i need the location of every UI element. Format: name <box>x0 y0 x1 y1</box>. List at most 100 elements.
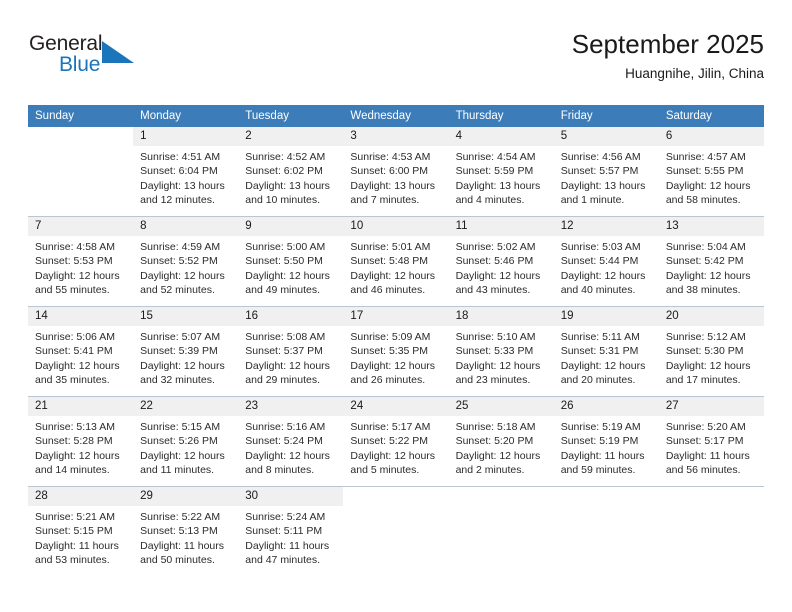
sunset-text: Sunset: 5:19 PM <box>560 435 639 448</box>
day-cell[interactable]: 10 Sunrise: 5:01 AM Sunset: 5:48 PM Dayligh… <box>343 216 449 307</box>
weekday-header-wednesday: Wednesday <box>343 105 449 127</box>
day-number: 17 <box>343 307 449 326</box>
daylight-text-line2: and 14 minutes. <box>35 464 110 477</box>
day-cell[interactable]: 22 Sunrise: 5:15 AM Sunset: 5:26 PM Dayligh… <box>133 396 239 487</box>
day-details: Sunrise: 4:58 AM Sunset: 5:53 PM Daylight:… <box>28 236 133 298</box>
day-cell[interactable]: 21 Sunrise: 5:13 AM Sunset: 5:28 PM Dayligh… <box>28 396 134 487</box>
sunset-text: Sunset: 6:02 PM <box>245 165 323 178</box>
sunset-text: Sunset: 5:57 PM <box>560 165 639 178</box>
sunrise-text: Sunrise: 5:04 AM <box>665 241 746 253</box>
day-number: 6 <box>658 127 764 146</box>
daylight-text-line1: Daylight: 13 hours <box>350 179 436 192</box>
daylight-text-line2: and 1 minute. <box>560 194 625 207</box>
daylight-text-line1: Daylight: 13 hours <box>140 179 225 192</box>
day-cell[interactable]: 17 Sunrise: 5:09 AM Sunset: 5:35 PM Dayligh… <box>343 306 449 397</box>
daylight-text-line2: and 35 minutes. <box>35 374 110 387</box>
day-cell[interactable]: 6 Sunrise: 4:57 AM Sunset: 5:55 PM Daylight… <box>658 127 764 217</box>
day-cell[interactable]: 23 Sunrise: 5:16 AM Sunset: 5:24 PM Dayligh… <box>238 396 344 487</box>
day-cell[interactable]: 11 Sunrise: 5:02 AM Sunset: 5:46 PM Dayligh… <box>448 216 554 307</box>
day-cell[interactable]: 26 Sunrise: 5:19 AM Sunset: 5:19 PM Dayligh… <box>553 396 659 487</box>
day-cell[interactable]: 1 Sunrise: 4:51 AM Sunset: 6:04 PM Daylight… <box>133 127 239 217</box>
day-cell[interactable]: 16 Sunrise: 5:08 AM Sunset: 5:37 PM Dayligh… <box>238 306 344 397</box>
daylight-text-line1: Daylight: 12 hours <box>560 359 646 372</box>
day-cell[interactable]: 18 Sunrise: 5:10 AM Sunset: 5:33 PM Dayligh… <box>448 306 554 397</box>
calendar-grid: Sunday Monday Tuesday Wednesday Thursday… <box>28 105 764 576</box>
day-cell[interactable]: 9 Sunrise: 5:00 AM Sunset: 5:50 PM Daylight… <box>238 216 344 307</box>
calendar-week-row: 21 Sunrise: 5:13 AM Sunset: 5:28 PM Dayligh… <box>28 396 764 487</box>
day-cell[interactable]: 29 Sunrise: 5:22 AM Sunset: 5:13 PM Dayligh… <box>133 486 239 576</box>
day-cell-empty <box>28 127 134 217</box>
day-cell[interactable]: 14 Sunrise: 5:06 AM Sunset: 5:41 PM Dayligh… <box>28 306 134 397</box>
day-details: Sunrise: 5:01 AM Sunset: 5:48 PM Daylight:… <box>343 236 448 298</box>
sunset-text: Sunset: 5:50 PM <box>245 255 323 268</box>
day-cell[interactable]: 12 Sunrise: 5:03 AM Sunset: 5:44 PM Dayligh… <box>553 216 659 307</box>
day-cell[interactable]: 5 Sunrise: 4:56 AM Sunset: 5:57 PM Daylight… <box>553 127 659 217</box>
page-title: September 2025 <box>571 29 764 59</box>
general-blue-logo[interactable]: General Blue <box>28 32 208 82</box>
day-cell[interactable]: 25 Sunrise: 5:18 AM Sunset: 5:20 PM Dayligh… <box>448 396 554 487</box>
daylight-text-line1: Daylight: 12 hours <box>665 269 751 282</box>
day-cell-empty <box>448 486 554 576</box>
day-number: 21 <box>28 397 134 416</box>
sunrise-text: Sunrise: 4:59 AM <box>140 241 221 253</box>
sunset-text: Sunset: 5:33 PM <box>455 345 534 358</box>
day-cell[interactable]: 8 Sunrise: 4:59 AM Sunset: 5:52 PM Daylight… <box>133 216 239 307</box>
sunset-text: Sunset: 5:52 PM <box>140 255 218 268</box>
day-cell[interactable]: 24 Sunrise: 5:17 AM Sunset: 5:22 PM Dayligh… <box>343 396 449 487</box>
sunrise-text: Sunrise: 4:52 AM <box>245 151 326 163</box>
daylight-text-line2: and 23 minutes. <box>455 374 531 387</box>
day-details: Sunrise: 4:53 AM Sunset: 6:00 PM Daylight:… <box>343 146 448 208</box>
day-cell[interactable]: 4 Sunrise: 4:54 AM Sunset: 5:59 PM Daylight… <box>448 127 554 217</box>
day-details: Sunrise: 5:07 AM Sunset: 5:39 PM Daylight:… <box>133 326 238 388</box>
day-details: Sunrise: 5:13 AM Sunset: 5:28 PM Daylight:… <box>28 416 133 478</box>
day-number: 13 <box>658 217 764 236</box>
sunset-text: Sunset: 5:39 PM <box>140 345 218 358</box>
daylight-text-line2: and 58 minutes. <box>665 194 741 207</box>
daylight-text-line1: Daylight: 12 hours <box>245 269 330 282</box>
day-number: 28 <box>28 487 134 506</box>
daylight-text-line2: and 10 minutes. <box>245 194 320 207</box>
daylight-text-line1: Daylight: 11 hours <box>140 539 224 552</box>
daylight-text-line1: Daylight: 12 hours <box>665 179 751 192</box>
sunset-text: Sunset: 5:22 PM <box>350 435 429 448</box>
sunrise-text: Sunrise: 5:00 AM <box>245 241 326 253</box>
day-number: 7 <box>28 217 134 236</box>
day-details: Sunrise: 4:54 AM Sunset: 5:59 PM Daylight:… <box>449 146 554 208</box>
sunset-text: Sunset: 5:48 PM <box>350 255 429 268</box>
daylight-text-line1: Daylight: 11 hours <box>560 449 645 462</box>
daylight-text-line1: Daylight: 13 hours <box>245 179 330 192</box>
day-details: Sunrise: 5:24 AM Sunset: 5:11 PM Daylight:… <box>238 506 343 568</box>
day-details: Sunrise: 5:06 AM Sunset: 5:41 PM Daylight:… <box>28 326 133 388</box>
page-header: General Blue September 2025 Huangnihe, J… <box>28 28 764 90</box>
sunrise-text: Sunrise: 5:18 AM <box>455 421 536 433</box>
day-cell[interactable]: 15 Sunrise: 5:07 AM Sunset: 5:39 PM Dayligh… <box>133 306 239 397</box>
logo-text-blue: Blue <box>59 53 101 76</box>
title-block: September 2025 Huangnihe, Jilin, China <box>572 28 764 84</box>
daylight-text-line2: and 32 minutes. <box>140 374 215 387</box>
day-details: Sunrise: 5:15 AM Sunset: 5:26 PM Daylight:… <box>133 416 238 478</box>
day-cell[interactable]: 28 Sunrise: 5:21 AM Sunset: 5:15 PM Dayligh… <box>28 486 134 576</box>
daylight-text-line1: Daylight: 12 hours <box>35 359 120 372</box>
sunrise-text: Sunrise: 5:16 AM <box>245 421 326 433</box>
day-cell[interactable]: 7 Sunrise: 4:58 AM Sunset: 5:53 PM Daylight… <box>28 216 134 307</box>
sunset-text: Sunset: 5:26 PM <box>140 435 218 448</box>
day-cell[interactable]: 27 Sunrise: 5:20 AM Sunset: 5:17 PM Dayligh… <box>658 396 764 487</box>
sunset-text: Sunset: 5:37 PM <box>245 345 323 358</box>
day-number: 23 <box>238 397 344 416</box>
day-number: 29 <box>133 487 239 506</box>
day-cell-empty <box>658 486 764 576</box>
day-cell[interactable]: 20 Sunrise: 5:12 AM Sunset: 5:30 PM Dayligh… <box>658 306 764 397</box>
sunset-text: Sunset: 5:13 PM <box>140 525 218 538</box>
daylight-text-line2: and 20 minutes. <box>560 374 636 387</box>
sunrise-text: Sunrise: 5:06 AM <box>35 331 115 343</box>
day-cell[interactable]: 19 Sunrise: 5:11 AM Sunset: 5:31 PM Dayligh… <box>553 306 659 397</box>
day-cell[interactable]: 30 Sunrise: 5:24 AM Sunset: 5:11 PM Dayligh… <box>238 486 344 576</box>
day-cell[interactable]: 3 Sunrise: 4:53 AM Sunset: 6:00 PM Daylight… <box>343 127 449 217</box>
day-cell[interactable]: 2 Sunrise: 4:52 AM Sunset: 6:02 PM Daylight… <box>238 127 344 217</box>
sunrise-text: Sunrise: 5:07 AM <box>140 331 221 343</box>
day-details: Sunrise: 5:08 AM Sunset: 5:37 PM Daylight:… <box>238 326 343 388</box>
sunrise-text: Sunrise: 4:56 AM <box>560 151 641 163</box>
day-cell[interactable]: 13 Sunrise: 5:04 AM Sunset: 5:42 PM Dayligh… <box>658 216 764 307</box>
sunset-text: Sunset: 5:35 PM <box>350 345 429 358</box>
day-details: Sunrise: 4:56 AM Sunset: 5:57 PM Daylight:… <box>554 146 659 208</box>
